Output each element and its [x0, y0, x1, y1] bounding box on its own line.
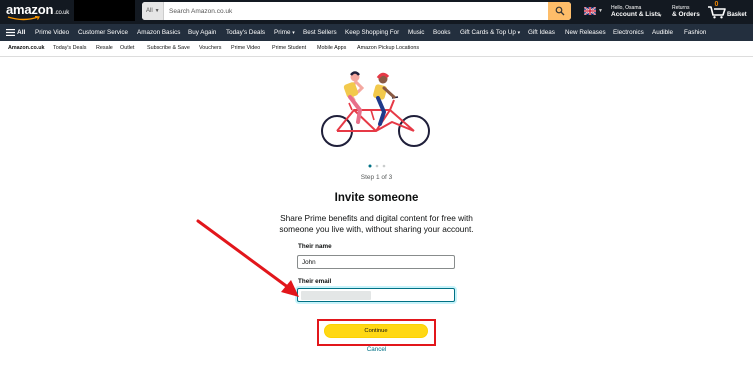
nav-item-books[interactable]: Books — [433, 24, 451, 41]
logo-smile-icon — [7, 16, 40, 21]
subnav-item-amazon-co-uk[interactable]: Amazon.co.uk — [8, 41, 45, 56]
search-category-dropdown[interactable]: All ▼ — [142, 2, 164, 20]
account-chevron-icon: ▾ — [659, 13, 662, 19]
top-header: amazon.co.uk All▼ ▼ Hello, Osama Account… — [0, 0, 753, 24]
language-chevron-icon: ▼ — [598, 8, 603, 14]
subnav-item-prime-student[interactable]: Prime Student — [272, 41, 306, 56]
nav-item-new-releases[interactable]: New Releases — [565, 24, 606, 41]
subnav-item-subscribe-save[interactable]: Subscribe & Save — [147, 41, 190, 56]
orders-label: & Orders — [672, 11, 700, 18]
nav-item-electronics[interactable]: Electronics — [613, 24, 644, 41]
subnav-item-resale[interactable]: Resale — [96, 41, 113, 56]
cancel-link[interactable]: Cancel — [0, 346, 753, 353]
subnav-item-pickup-locations[interactable]: Amazon Pickup Locations — [357, 41, 419, 56]
nav-item-keep-shopping[interactable]: Keep Shopping For — [345, 24, 399, 41]
redacted-email-value — [301, 291, 371, 300]
redacted-location-block — [74, 0, 135, 21]
logo-text: amazon — [6, 2, 54, 17]
chevron-down-icon: ▾ — [517, 30, 521, 36]
tandem-bicycle-illustration — [321, 71, 430, 147]
chevron-down-icon: ▾ — [292, 30, 295, 36]
subnav-item-todays-deals[interactable]: Today's Deals — [53, 41, 86, 56]
page-title: Invite someone — [334, 192, 419, 204]
nav-item-todays-deals[interactable]: Today's Deals — [226, 24, 265, 41]
search-category-label: All — [146, 8, 153, 14]
name-field[interactable] — [297, 255, 455, 269]
search-input[interactable] — [165, 2, 547, 20]
nav-item-music[interactable]: Music — [408, 24, 424, 41]
subnav-item-vouchers[interactable]: Vouchers — [199, 41, 221, 56]
nav-item-prime[interactable]: Prime ▾ — [274, 24, 295, 41]
nav-item-best-sellers[interactable]: Best Sellers — [303, 24, 337, 41]
nav-item-gift-ideas[interactable]: Gift Ideas — [528, 24, 555, 41]
search-icon — [555, 6, 564, 16]
nav-item-gift-cards[interactable]: Gift Cards & Top Up ▾ — [460, 24, 520, 41]
nav-item-gift-cards-label: Gift Cards & Top Up — [460, 29, 516, 36]
continue-button[interactable]: Continue — [324, 324, 428, 338]
nav-item-amazon-basics[interactable]: Amazon Basics — [137, 24, 180, 41]
search-bar: All ▼ — [142, 2, 571, 20]
chevron-down-icon: ▼ — [154, 8, 160, 14]
logo-tld: .co.uk — [54, 10, 70, 16]
nav-item-prime-label: Prime — [274, 29, 291, 36]
red-arrow-annotation — [196, 219, 299, 297]
cancel-link-label: Cancel — [366, 346, 387, 353]
step-indicator-dots — [368, 164, 386, 168]
subnav-item-mobile-apps[interactable]: Mobile Apps — [317, 41, 346, 56]
all-menu-button[interactable]: All — [6, 24, 25, 41]
step-text: Step 1 of 3 — [360, 174, 393, 181]
all-menu-label: All — [17, 29, 26, 36]
nav-item-buy-again[interactable]: Buy Again — [188, 24, 216, 41]
amazon-logo[interactable]: amazon.co.uk — [6, 2, 69, 17]
nav-item-fashion[interactable]: Fashion — [684, 24, 706, 41]
nav-item-customer-service[interactable]: Customer Service — [78, 24, 128, 41]
basket-count: 0 — [714, 1, 719, 8]
nav-item-prime-video[interactable]: Prime Video — [35, 24, 69, 41]
uk-flag-icon[interactable] — [584, 7, 596, 15]
search-button[interactable] — [548, 2, 571, 20]
subnav-item-outlet[interactable]: Outlet — [120, 41, 134, 56]
account-lists-label: Account & Lists — [611, 11, 661, 18]
nav-item-audible[interactable]: Audible — [652, 24, 673, 41]
hamburger-icon — [6, 28, 15, 36]
subnav-item-prime-video[interactable]: Prime Video — [231, 41, 260, 56]
basket-label: Basket — [727, 12, 747, 18]
secondary-nav: Amazon.co.uk Today's Deals Resale Outlet… — [0, 41, 753, 57]
main-nav: All Prime Video Customer Service Amazon … — [0, 24, 753, 41]
